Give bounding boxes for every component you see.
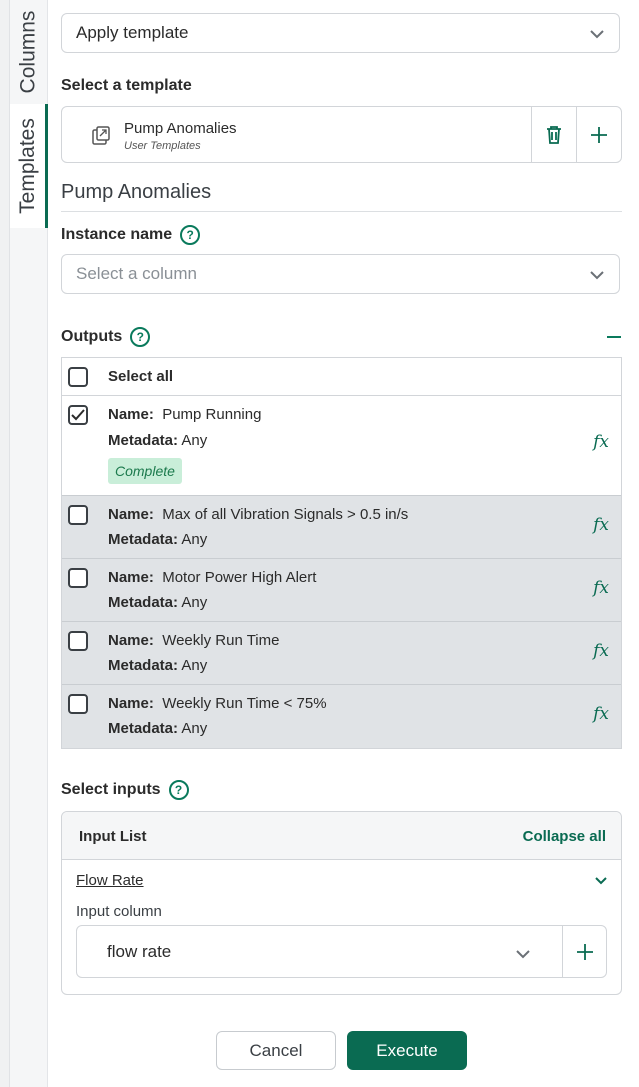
output-row[interactable]: Name: Motor Power High Alert Metadata: A… [62,559,621,622]
output-row[interactable]: Name: Weekly Run Time < 75% Metadata: An… [62,685,621,748]
chevron-down-icon [590,271,604,280]
plus-icon [591,126,607,143]
output-checkbox[interactable] [68,631,88,651]
formula-icon[interactable]: fx [593,432,609,452]
input-column-label: Input column [76,903,162,920]
select-template-text: Select a template [61,77,192,94]
help-icon[interactable]: ? [130,327,151,347]
output-name: Name: Weekly Run Time < 75% [108,695,327,712]
name-key: Name: [108,695,154,712]
output-metadata: Metadata: Any [108,594,207,611]
output-checkbox-checked[interactable] [68,405,88,425]
select-inputs-text: Select inputs [61,781,161,798]
execute-button[interactable]: Execute [347,1031,467,1070]
action-dropdown-value: Apply template [76,23,189,42]
metadata-key: Metadata: [108,594,179,611]
output-metadata-value: Any [181,657,208,674]
name-key: Name: [108,506,154,523]
output-name-value: Max of all Vibration Signals > 0.5 in/s [162,506,409,523]
delete-template-button[interactable] [532,107,576,162]
tab-columns[interactable]: Columns [10,0,47,104]
output-checkbox[interactable] [68,568,88,588]
output-name: Name: Motor Power High Alert [108,569,316,586]
input-column-value: flow rate [107,942,172,961]
output-row[interactable]: Name: Pump Running Metadata: Any Complet… [62,396,621,496]
check-icon [71,409,85,421]
output-metadata: Metadata: Any [108,720,207,737]
output-metadata-value: Any [181,594,208,611]
select-all-label: Select all [108,368,174,385]
outputs-table: Select all Name: Pump Running Metadata: … [61,357,622,749]
selected-template-card[interactable]: Pump Anomalies User Templates [61,106,622,163]
help-icon[interactable]: ? [180,225,201,245]
help-icon[interactable]: ? [168,780,189,800]
select-all-checkbox[interactable] [68,367,88,387]
output-metadata: Metadata: Any [108,531,207,548]
metadata-key: Metadata: [108,432,179,449]
plus-icon [577,943,593,960]
action-dropdown[interactable]: Apply template [61,13,620,53]
chevron-down-icon [590,30,604,39]
instance-column-select[interactable]: Select a column [61,254,620,294]
outputs-text: Outputs [61,328,123,345]
divider [61,211,622,212]
add-input-button[interactable] [563,926,607,977]
metadata-key: Metadata: [108,720,179,737]
name-key: Name: [108,406,154,423]
select-all-row: Select all [62,358,621,396]
tab-columns-label: Columns [16,10,40,94]
status-badge: Complete [108,458,182,484]
output-name-value: Motor Power High Alert [162,569,317,586]
select-inputs-label: Select inputs ? [61,780,189,800]
template-name: Pump Anomalies [124,120,237,137]
metadata-key: Metadata: [108,657,179,674]
input-column-select[interactable]: flow rate [76,925,607,978]
template-source: User Templates [124,140,201,152]
output-name: Name: Weekly Run Time [108,632,279,649]
output-metadata-value: Any [181,720,208,737]
formula-icon[interactable]: fx [593,704,609,724]
formula-icon[interactable]: fx [593,641,609,661]
output-name: Name: Pump Running [108,406,261,423]
output-name-value: Weekly Run Time < 75% [162,695,327,712]
name-key: Name: [108,569,154,586]
formula-icon[interactable]: fx [593,515,609,535]
output-metadata: Metadata: Any [108,432,207,449]
cancel-button[interactable]: Cancel [216,1031,336,1070]
output-row[interactable]: Name: Weekly Run Time Metadata: Any fx [62,622,621,685]
input-list-panel: Input List Collapse all Flow Rate Input … [61,811,622,995]
tab-templates[interactable]: Templates [10,104,48,228]
select-template-label: Select a template [61,77,192,95]
tab-templates-label: Templates [15,118,39,214]
chevron-down-icon[interactable] [594,874,608,888]
output-metadata-value: Any [181,432,208,449]
chevron-down-icon [516,950,530,959]
instance-column-placeholder: Select a column [76,264,197,283]
vertical-tab-strip: Columns Templates [0,0,48,1087]
output-row[interactable]: Name: Max of all Vibration Signals > 0.5… [62,496,621,559]
output-checkbox[interactable] [68,505,88,525]
template-title: Pump Anomalies [61,181,212,203]
template-icon [92,126,110,145]
collapse-all-link[interactable]: Collapse all [523,828,606,845]
instance-name-text: Instance name [61,226,173,243]
add-template-button[interactable] [577,107,621,162]
output-checkbox[interactable] [68,694,88,714]
output-metadata-value: Any [181,531,208,548]
tab-strip-edge [0,0,10,1087]
output-name: Name: Max of all Vibration Signals > 0.5… [108,506,408,523]
input-list-header: Input List Collapse all [62,812,621,860]
formula-icon[interactable]: fx [593,578,609,598]
output-metadata: Metadata: Any [108,657,207,674]
name-key: Name: [108,632,154,649]
input-item-flow-rate[interactable]: Flow Rate [76,872,144,889]
output-name-value: Pump Running [162,406,262,423]
collapse-outputs-icon[interactable] [607,336,621,338]
metadata-key: Metadata: [108,531,179,548]
output-name-value: Weekly Run Time [162,632,280,649]
trash-icon [547,125,561,144]
outputs-label: Outputs ? [61,327,151,347]
input-list-title: Input List [79,828,147,845]
instance-name-label: Instance name ? [61,225,201,245]
